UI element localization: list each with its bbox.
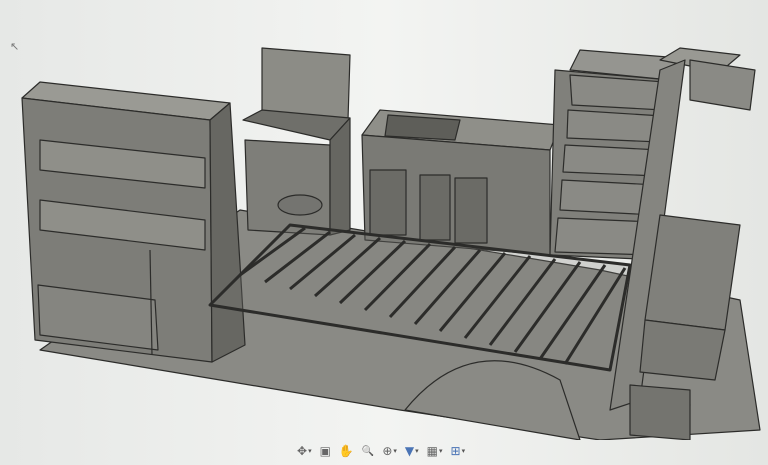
- van-interior-model: [21, 47, 761, 441]
- viewports-icon: ⊞: [450, 444, 461, 458]
- zoom-button[interactable]: 🔍: [360, 446, 376, 457]
- display-settings-button[interactable]: ▼ ▾: [403, 444, 421, 458]
- grid-settings-button[interactable]: ▦ ▾: [425, 444, 445, 458]
- navigation-bar: ✥ ▾ ▣ ✋ 🔍 ⊕ ▾ ▼ ▾ ▦ ▾ ⊞ ▾: [295, 441, 467, 461]
- zoom-icon: 🔍: [361, 445, 375, 457]
- chevron-down-icon: ▾: [308, 447, 312, 455]
- chevron-down-icon: ▾: [439, 447, 443, 455]
- chevron-down-icon: ▾: [461, 447, 466, 455]
- pan-button[interactable]: ✋: [337, 444, 356, 458]
- grid-settings-icon: ▦: [426, 444, 438, 458]
- cursor-icon: ↖: [10, 40, 20, 53]
- sink-cabinet: [361, 109, 561, 256]
- bookshelf: [21, 81, 246, 363]
- chevron-down-icon: ▾: [415, 447, 419, 455]
- fit-icon: ⊕: [382, 444, 393, 458]
- 3d-model-viewport[interactable]: [0, 0, 768, 441]
- fit-button[interactable]: ⊕ ▾: [380, 444, 399, 458]
- pan-icon: ✋: [338, 444, 354, 458]
- orbit-button[interactable]: ✥ ▾: [295, 444, 314, 458]
- display-settings-icon: ▼: [404, 444, 415, 458]
- look-at-icon: ▣: [319, 444, 331, 458]
- chevron-down-icon: ▾: [393, 447, 397, 455]
- viewports-button[interactable]: ⊞ ▾: [449, 444, 468, 458]
- look-at-button[interactable]: ▣: [318, 444, 333, 458]
- orbit-icon: ✥: [297, 444, 308, 458]
- stove-unit: [242, 47, 351, 236]
